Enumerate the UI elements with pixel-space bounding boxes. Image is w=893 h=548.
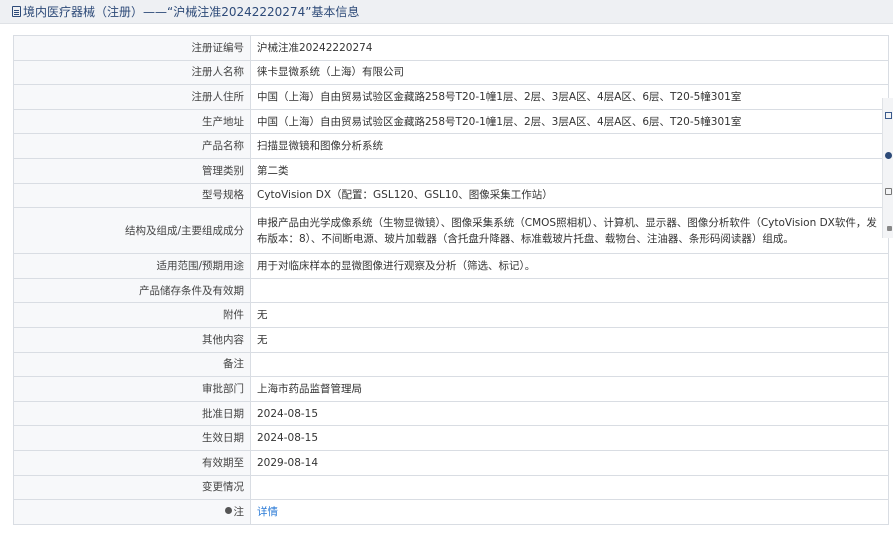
row-label: 审批部门	[13, 376, 251, 402]
row-value	[250, 277, 889, 304]
row-label: 结构及组成/主要组成成分	[13, 207, 251, 255]
row-value: CytoVision DX（配置：GSL120、GSL10、图像采集工作站）	[250, 182, 889, 209]
table-row: 注 详情	[13, 499, 889, 525]
row-value: 用于对临床样本的显微图像进行观察及分析（筛选、标记）。	[250, 253, 889, 279]
table-row: 备注	[13, 351, 889, 378]
row-value: 扫描显微镜和图像分析系统	[250, 133, 889, 159]
row-label: 型号规格	[13, 182, 251, 209]
row-value: 2024-08-15	[250, 425, 889, 451]
row-value	[250, 351, 889, 378]
row-label: 生效日期	[13, 425, 251, 451]
row-label: 产品名称	[13, 133, 251, 159]
row-label: 批准日期	[13, 400, 251, 427]
table-row: 生效日期 2024-08-15	[13, 425, 889, 451]
row-value: 上海市药品监督管理局	[250, 376, 889, 402]
note-label-cell: 注	[13, 499, 251, 525]
row-value: 徕卡显微系统（上海）有限公司	[250, 59, 889, 86]
row-label: 注册证编号	[13, 35, 251, 61]
row-label: 附件	[13, 302, 251, 328]
row-value: 沪械注准20242220274	[250, 35, 889, 61]
row-value	[250, 474, 889, 501]
row-value: 无	[250, 326, 889, 353]
square-icon[interactable]	[887, 226, 892, 231]
table-row: 结构及组成/主要组成成分 申报产品由光学成像系统（生物显微镜）、图像采集系统（C…	[13, 207, 889, 255]
table-row: 变更情况	[13, 474, 889, 501]
row-label: 产品储存条件及有效期	[13, 277, 251, 304]
row-label: 适用范围/预期用途	[13, 253, 251, 279]
table-row: 附件 无	[13, 302, 889, 328]
row-label: 变更情况	[13, 474, 251, 501]
table-row: 注册人住所 中国（上海）自由贸易试验区金藏路258号T20-1幢1层、2层、3层…	[13, 84, 889, 110]
circle-icon[interactable]	[885, 152, 892, 159]
row-value: 2029-08-14	[250, 449, 889, 476]
info-table: 注册证编号 沪械注准20242220274 注册人名称 徕卡显微系统（上海）有限…	[13, 35, 889, 525]
row-value: 中国（上海）自由贸易试验区金藏路258号T20-1幢1层、2层、3层A区、4层A…	[250, 84, 889, 110]
row-label: 注册人住所	[13, 84, 251, 110]
row-value: 中国（上海）自由贸易试验区金藏路258号T20-1幢1层、2层、3层A区、4层A…	[250, 108, 889, 135]
row-label: 生产地址	[13, 108, 251, 135]
table-row: 其他内容 无	[13, 326, 889, 353]
row-value: 无	[250, 302, 889, 328]
note-icon	[224, 507, 232, 515]
table-row: 注册证编号 沪械注准20242220274	[13, 35, 889, 61]
row-label: 备注	[13, 351, 251, 378]
note-value-cell: 详情	[250, 499, 889, 525]
table-row: 生产地址 中国（上海）自由贸易试验区金藏路258号T20-1幢1层、2层、3层A…	[13, 108, 889, 135]
row-value: 第二类	[250, 157, 889, 184]
document-icon	[12, 6, 21, 17]
table-row: 注册人名称 徕卡显微系统（上海）有限公司	[13, 59, 889, 86]
row-label: 管理类别	[13, 157, 251, 184]
table-row: 管理类别 第二类	[13, 157, 889, 184]
row-label: 注册人名称	[13, 59, 251, 86]
row-value: 2024-08-15	[250, 400, 889, 427]
note-label: 注	[233, 505, 245, 518]
table-row: 有效期至 2029-08-14	[13, 449, 889, 476]
table-row: 审批部门 上海市药品监督管理局	[13, 376, 889, 402]
side-toolbar	[882, 98, 893, 238]
table-row: 适用范围/预期用途 用于对临床样本的显微图像进行观察及分析（筛选、标记）。	[13, 253, 889, 279]
row-label: 其他内容	[13, 326, 251, 353]
window-icon[interactable]	[885, 112, 892, 119]
row-label: 有效期至	[13, 449, 251, 476]
page-header: 境内医疗器械（注册）——“沪械注准20242220274”基本信息	[0, 0, 893, 24]
copy-icon[interactable]	[885, 188, 892, 195]
table-row: 批准日期 2024-08-15	[13, 400, 889, 427]
table-row: 型号规格 CytoVision DX（配置：GSL120、GSL10、图像采集工…	[13, 182, 889, 209]
table-row: 产品名称 扫描显微镜和图像分析系统	[13, 133, 889, 159]
page-title: 境内医疗器械（注册）——“沪械注准20242220274”基本信息	[23, 5, 360, 19]
row-value: 申报产品由光学成像系统（生物显微镜）、图像采集系统（CMOS照相机）、计算机、显…	[250, 207, 889, 255]
details-link[interactable]: 详情	[257, 506, 278, 518]
table-row: 产品储存条件及有效期	[13, 277, 889, 304]
